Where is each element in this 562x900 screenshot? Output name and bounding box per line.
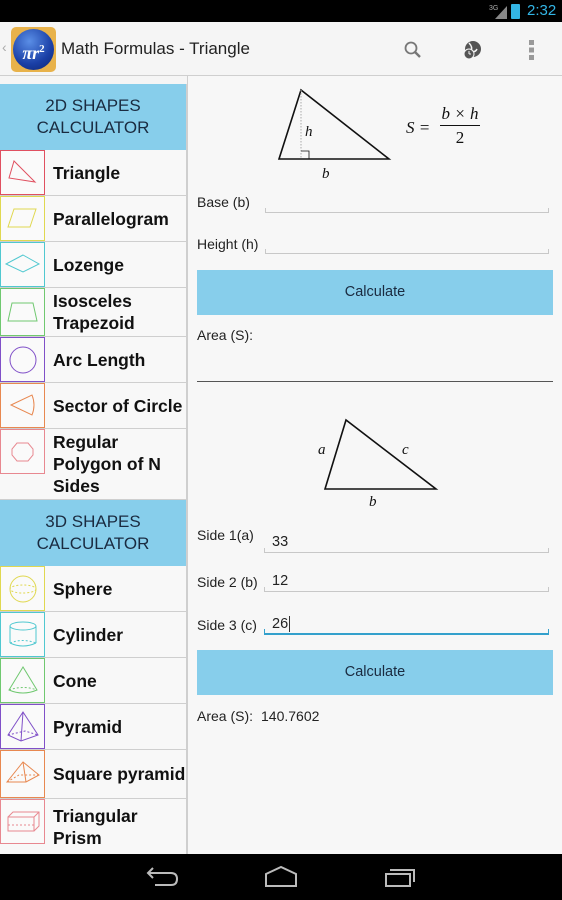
pyramid-icon bbox=[0, 704, 45, 749]
sector-icon bbox=[0, 383, 45, 428]
sidebar-item-label: Regular Polygon of N Sides bbox=[53, 432, 161, 496]
svg-text:a: a bbox=[318, 442, 326, 458]
sidebar-item-cone[interactable]: Cone bbox=[0, 658, 186, 704]
sidebar-item-square-pyramid[interactable]: Square pyramid bbox=[0, 750, 186, 799]
side3-input[interactable]: 26 bbox=[264, 613, 549, 635]
height-input[interactable] bbox=[265, 232, 549, 254]
signal-icon: 3G bbox=[489, 5, 507, 19]
side1-input[interactable]: 33 bbox=[264, 531, 549, 553]
cylinder-icon bbox=[0, 612, 45, 657]
side2-input[interactable]: 12 bbox=[264, 570, 549, 592]
sidebar-item-triangle[interactable]: Triangle bbox=[0, 150, 186, 196]
back-icon[interactable] bbox=[141, 864, 181, 890]
square-pyramid-icon bbox=[0, 750, 45, 798]
app-logo: πr2 bbox=[13, 29, 54, 70]
base-label: Base (b) bbox=[197, 194, 250, 210]
sidebar-item-label: Triangle bbox=[53, 162, 121, 183]
area-result-label: Area (S): bbox=[197, 708, 254, 724]
sidebar-item-pyramid[interactable]: Pyramid bbox=[0, 704, 186, 750]
search-icon bbox=[404, 41, 421, 58]
sidebar-item-label: Isosceles Trapezoid bbox=[53, 291, 135, 333]
calculate-button-base-height[interactable]: Calculate bbox=[197, 270, 553, 315]
globe-clock-icon bbox=[463, 41, 481, 60]
section-header-2d: 2D SHAPES CALCULATOR bbox=[0, 84, 186, 150]
trapezoid-icon bbox=[0, 288, 45, 336]
calculator-pane: h b S = b × h 2 Base (b) Height (h) Calc… bbox=[188, 76, 562, 854]
triangle-sides-diagram: a c b bbox=[318, 418, 439, 510]
sphere-icon bbox=[0, 566, 45, 611]
sidebar-item-label: Sector of Circle bbox=[53, 395, 183, 416]
svg-text:3G: 3G bbox=[489, 5, 498, 12]
triangle-height-diagram: h b bbox=[277, 88, 392, 182]
search-button[interactable] bbox=[397, 34, 429, 66]
area-result-label: Area (S): bbox=[197, 327, 254, 343]
sidebar-item-arc-length[interactable]: Arc Length bbox=[0, 337, 186, 383]
sidebar-item-label: Arc Length bbox=[53, 349, 146, 370]
svg-text:h: h bbox=[305, 124, 313, 140]
triangle-icon bbox=[0, 150, 45, 195]
section-header-3d: 3D SHAPES CALCULATOR bbox=[0, 500, 186, 566]
navigation-bar bbox=[0, 854, 562, 900]
cone-icon bbox=[0, 658, 45, 703]
overflow-menu-icon bbox=[529, 40, 534, 60]
area-result-value: 140.7602 bbox=[261, 708, 320, 724]
sidebar-item-label: Cylinder bbox=[53, 624, 124, 645]
parallelogram-icon bbox=[0, 196, 45, 241]
sidebar-item-triangular-prism[interactable]: Triangular Prism bbox=[0, 799, 186, 855]
svg-text:c: c bbox=[402, 442, 409, 458]
sidebar-item-label: Triangular Prism bbox=[53, 805, 138, 848]
circle-icon bbox=[0, 337, 45, 382]
sidebar-item-parallelogram[interactable]: Parallelogram bbox=[0, 196, 186, 242]
height-label: Height (h) bbox=[197, 236, 259, 252]
sidebar-item-sector-of-circle[interactable]: Sector of Circle bbox=[0, 383, 186, 429]
home-icon[interactable] bbox=[261, 864, 301, 890]
status-bar: 3G 2:32 bbox=[0, 0, 562, 22]
status-time: 2:32 bbox=[527, 2, 557, 19]
side2-label: Side 2 (b) bbox=[197, 574, 258, 590]
app-icon[interactable]: πr2 bbox=[11, 27, 56, 72]
lozenge-icon bbox=[0, 242, 45, 287]
up-caret-icon[interactable]: ‹ bbox=[2, 39, 7, 55]
sidebar-item-label: Cone bbox=[53, 670, 97, 691]
battery-icon bbox=[511, 4, 520, 19]
recent-apps-icon[interactable] bbox=[381, 864, 421, 890]
side1-label: Side 1(a) bbox=[197, 527, 254, 543]
text-cursor bbox=[289, 616, 291, 633]
sidebar-item-isosceles-trapezoid[interactable]: Isosceles Trapezoid bbox=[0, 288, 186, 337]
sidebar: 2D SHAPES CALCULATOR Triangle Parallelog… bbox=[0, 84, 187, 855]
sidebar-item-regular-polygon[interactable]: Regular Polygon of N Sides bbox=[0, 429, 186, 500]
page-title: Math Formulas - Triangle bbox=[61, 39, 250, 58]
sidebar-item-lozenge[interactable]: Lozenge bbox=[0, 242, 186, 288]
sidebar-item-sphere[interactable]: Sphere bbox=[0, 566, 186, 612]
action-bar: ‹ πr2 Math Formulas - Triangle bbox=[0, 22, 562, 76]
sidebar-item-label: Parallelogram bbox=[53, 208, 169, 229]
polygon-icon bbox=[0, 429, 45, 474]
section-divider bbox=[197, 381, 553, 382]
side3-label: Side 3 (c) bbox=[197, 617, 257, 633]
base-input[interactable] bbox=[265, 191, 549, 213]
sidebar-item-label: Square pyramid bbox=[53, 764, 186, 784]
overflow-menu-button[interactable] bbox=[516, 34, 548, 66]
sidebar-item-label: Pyramid bbox=[53, 716, 123, 737]
prism-icon bbox=[0, 799, 45, 844]
svg-text:b: b bbox=[322, 166, 330, 182]
sidebar-item-cylinder[interactable]: Cylinder bbox=[0, 612, 186, 658]
sidebar-item-label: Lozenge bbox=[53, 254, 124, 275]
calculate-button-sides[interactable]: Calculate bbox=[197, 650, 553, 695]
sidebar-item-label: Sphere bbox=[53, 578, 113, 599]
svg-text:b: b bbox=[369, 494, 377, 510]
language-button[interactable] bbox=[456, 34, 488, 66]
